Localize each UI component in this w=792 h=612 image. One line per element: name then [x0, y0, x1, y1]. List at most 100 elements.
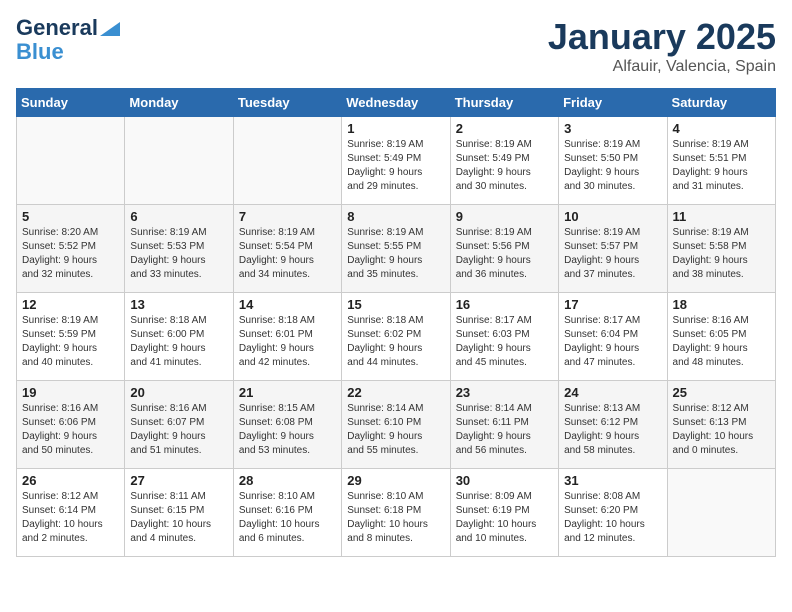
- calendar-week-row: 1 Sunrise: 8:19 AM Sunset: 5:49 PM Daylig…: [17, 117, 776, 205]
- weekday-header-sunday: Sunday: [17, 89, 125, 117]
- day-number: 19: [22, 385, 119, 400]
- calendar-cell: 7 Sunrise: 8:19 AM Sunset: 5:54 PM Daylig…: [233, 205, 341, 293]
- cell-info: Sunrise: 8:17 AM Sunset: 6:03 PM Dayligh…: [456, 314, 553, 370]
- cell-info: Sunrise: 8:11 AM Sunset: 6:15 PM Dayligh…: [130, 490, 227, 546]
- weekday-header-wednesday: Wednesday: [342, 89, 450, 117]
- calendar-cell: 27 Sunrise: 8:11 AM Sunset: 6:15 PM Dayli…: [125, 469, 233, 557]
- cell-info: Sunrise: 8:09 AM Sunset: 6:19 PM Dayligh…: [456, 490, 553, 546]
- day-number: 27: [130, 473, 227, 488]
- calendar-cell: 11Sunrise: 8:19 AM Sunset: 5:58 PM Dayli…: [667, 205, 775, 293]
- calendar-cell: 30 Sunrise: 8:09 AM Sunset: 6:19 PM Dayli…: [450, 469, 558, 557]
- calendar-cell: 24 Sunrise: 8:13 AM Sunset: 6:12 PM Dayli…: [559, 381, 667, 469]
- day-number: 14: [239, 297, 336, 312]
- day-number: 31: [564, 473, 661, 488]
- day-number: 17: [564, 297, 661, 312]
- day-number: 12: [22, 297, 119, 312]
- title-section: January 2025 Alfauir, Valencia, Spain: [548, 16, 776, 76]
- calendar-cell: 15Sunrise: 8:18 AM Sunset: 6:02 PM Dayli…: [342, 293, 450, 381]
- cell-info: Sunrise: 8:19 AM Sunset: 5:49 PM Dayligh…: [456, 138, 553, 194]
- calendar-cell: 28Sunrise: 8:10 AM Sunset: 6:16 PM Dayli…: [233, 469, 341, 557]
- cell-info: Sunrise: 8:17 AM Sunset: 6:04 PM Dayligh…: [564, 314, 661, 370]
- weekday-header-tuesday: Tuesday: [233, 89, 341, 117]
- calendar-cell: 20Sunrise: 8:16 AM Sunset: 6:07 PM Dayli…: [125, 381, 233, 469]
- calendar-cell: 14 Sunrise: 8:18 AM Sunset: 6:01 PM Dayli…: [233, 293, 341, 381]
- logo: General Blue: [16, 16, 120, 64]
- cell-info: Sunrise: 8:18 AM Sunset: 6:01 PM Dayligh…: [239, 314, 336, 370]
- cell-info: Sunrise: 8:13 AM Sunset: 6:12 PM Dayligh…: [564, 402, 661, 458]
- day-number: 3: [564, 121, 661, 136]
- calendar-table: SundayMondayTuesdayWednesdayThursdayFrid…: [16, 88, 776, 557]
- cell-info: Sunrise: 8:14 AM Sunset: 6:10 PM Dayligh…: [347, 402, 444, 458]
- day-number: 4: [673, 121, 770, 136]
- cell-info: Sunrise: 8:19 AM Sunset: 5:53 PM Dayligh…: [130, 226, 227, 282]
- calendar-subtitle: Alfauir, Valencia, Spain: [548, 58, 776, 76]
- day-number: 30: [456, 473, 553, 488]
- page-header: General Blue January 2025 Alfauir, Valen…: [16, 16, 776, 76]
- calendar-cell: 2 Sunrise: 8:19 AM Sunset: 5:49 PM Daylig…: [450, 117, 558, 205]
- day-number: 29: [347, 473, 444, 488]
- day-number: 20: [130, 385, 227, 400]
- cell-info: Sunrise: 8:08 AM Sunset: 6:20 PM Dayligh…: [564, 490, 661, 546]
- cell-info: Sunrise: 8:19 AM Sunset: 5:49 PM Dayligh…: [347, 138, 444, 194]
- weekday-header-friday: Friday: [559, 89, 667, 117]
- day-number: 10: [564, 209, 661, 224]
- day-number: 7: [239, 209, 336, 224]
- day-number: 8: [347, 209, 444, 224]
- cell-info: Sunrise: 8:19 AM Sunset: 5:51 PM Dayligh…: [673, 138, 770, 194]
- cell-info: Sunrise: 8:18 AM Sunset: 6:00 PM Dayligh…: [130, 314, 227, 370]
- calendar-cell: 6 Sunrise: 8:19 AM Sunset: 5:53 PM Daylig…: [125, 205, 233, 293]
- day-number: 5: [22, 209, 119, 224]
- cell-info: Sunrise: 8:19 AM Sunset: 5:54 PM Dayligh…: [239, 226, 336, 282]
- calendar-cell: 18 Sunrise: 8:16 AM Sunset: 6:05 PM Dayli…: [667, 293, 775, 381]
- calendar-cell: 8 Sunrise: 8:19 AM Sunset: 5:55 PM Daylig…: [342, 205, 450, 293]
- calendar-cell: 5Sunrise: 8:20 AM Sunset: 5:52 PM Daylig…: [17, 205, 125, 293]
- day-number: 2: [456, 121, 553, 136]
- weekday-header-monday: Monday: [125, 89, 233, 117]
- day-number: 16: [456, 297, 553, 312]
- calendar-cell: 22 Sunrise: 8:14 AM Sunset: 6:10 PM Dayli…: [342, 381, 450, 469]
- cell-info: Sunrise: 8:16 AM Sunset: 6:06 PM Dayligh…: [22, 402, 119, 458]
- weekday-header-thursday: Thursday: [450, 89, 558, 117]
- day-number: 6: [130, 209, 227, 224]
- calendar-week-row: 5Sunrise: 8:20 AM Sunset: 5:52 PM Daylig…: [17, 205, 776, 293]
- calendar-cell: 25 Sunrise: 8:12 AM Sunset: 6:13 PM Dayli…: [667, 381, 775, 469]
- day-number: 25: [673, 385, 770, 400]
- day-number: 23: [456, 385, 553, 400]
- calendar-cell: [125, 117, 233, 205]
- day-number: 9: [456, 209, 553, 224]
- calendar-cell: 29 Sunrise: 8:10 AM Sunset: 6:18 PM Dayli…: [342, 469, 450, 557]
- calendar-cell: 10Sunrise: 8:19 AM Sunset: 5:57 PM Dayli…: [559, 205, 667, 293]
- cell-info: Sunrise: 8:10 AM Sunset: 6:16 PM Dayligh…: [239, 490, 336, 546]
- logo-text-blue: Blue: [16, 40, 64, 64]
- calendar-cell: 21 Sunrise: 8:15 AM Sunset: 6:08 PM Dayli…: [233, 381, 341, 469]
- calendar-cell: [667, 469, 775, 557]
- day-number: 18: [673, 297, 770, 312]
- calendar-cell: 12 Sunrise: 8:19 AM Sunset: 5:59 PM Dayli…: [17, 293, 125, 381]
- calendar-cell: 19 Sunrise: 8:16 AM Sunset: 6:06 PM Dayli…: [17, 381, 125, 469]
- calendar-week-row: 12 Sunrise: 8:19 AM Sunset: 5:59 PM Dayli…: [17, 293, 776, 381]
- calendar-cell: 26Sunrise: 8:12 AM Sunset: 6:14 PM Dayli…: [17, 469, 125, 557]
- cell-info: Sunrise: 8:19 AM Sunset: 5:55 PM Dayligh…: [347, 226, 444, 282]
- calendar-cell: 13Sunrise: 8:18 AM Sunset: 6:00 PM Dayli…: [125, 293, 233, 381]
- calendar-cell: 17 Sunrise: 8:17 AM Sunset: 6:04 PM Dayli…: [559, 293, 667, 381]
- cell-info: Sunrise: 8:12 AM Sunset: 6:13 PM Dayligh…: [673, 402, 770, 458]
- day-number: 1: [347, 121, 444, 136]
- calendar-week-row: 19 Sunrise: 8:16 AM Sunset: 6:06 PM Dayli…: [17, 381, 776, 469]
- cell-info: Sunrise: 8:19 AM Sunset: 5:50 PM Dayligh…: [564, 138, 661, 194]
- calendar-cell: 1 Sunrise: 8:19 AM Sunset: 5:49 PM Daylig…: [342, 117, 450, 205]
- day-number: 24: [564, 385, 661, 400]
- cell-info: Sunrise: 8:10 AM Sunset: 6:18 PM Dayligh…: [347, 490, 444, 546]
- weekday-header-row: SundayMondayTuesdayWednesdayThursdayFrid…: [17, 89, 776, 117]
- calendar-cell: [17, 117, 125, 205]
- cell-info: Sunrise: 8:19 AM Sunset: 5:59 PM Dayligh…: [22, 314, 119, 370]
- day-number: 22: [347, 385, 444, 400]
- calendar-cell: [233, 117, 341, 205]
- calendar-cell: 16 Sunrise: 8:17 AM Sunset: 6:03 PM Dayli…: [450, 293, 558, 381]
- cell-info: Sunrise: 8:19 AM Sunset: 5:58 PM Dayligh…: [673, 226, 770, 282]
- logo-text-general: General: [16, 16, 98, 40]
- cell-info: Sunrise: 8:16 AM Sunset: 6:05 PM Dayligh…: [673, 314, 770, 370]
- day-number: 21: [239, 385, 336, 400]
- calendar-cell: 31 Sunrise: 8:08 AM Sunset: 6:20 PM Dayli…: [559, 469, 667, 557]
- calendar-cell: 3 Sunrise: 8:19 AM Sunset: 5:50 PM Daylig…: [559, 117, 667, 205]
- cell-info: Sunrise: 8:15 AM Sunset: 6:08 PM Dayligh…: [239, 402, 336, 458]
